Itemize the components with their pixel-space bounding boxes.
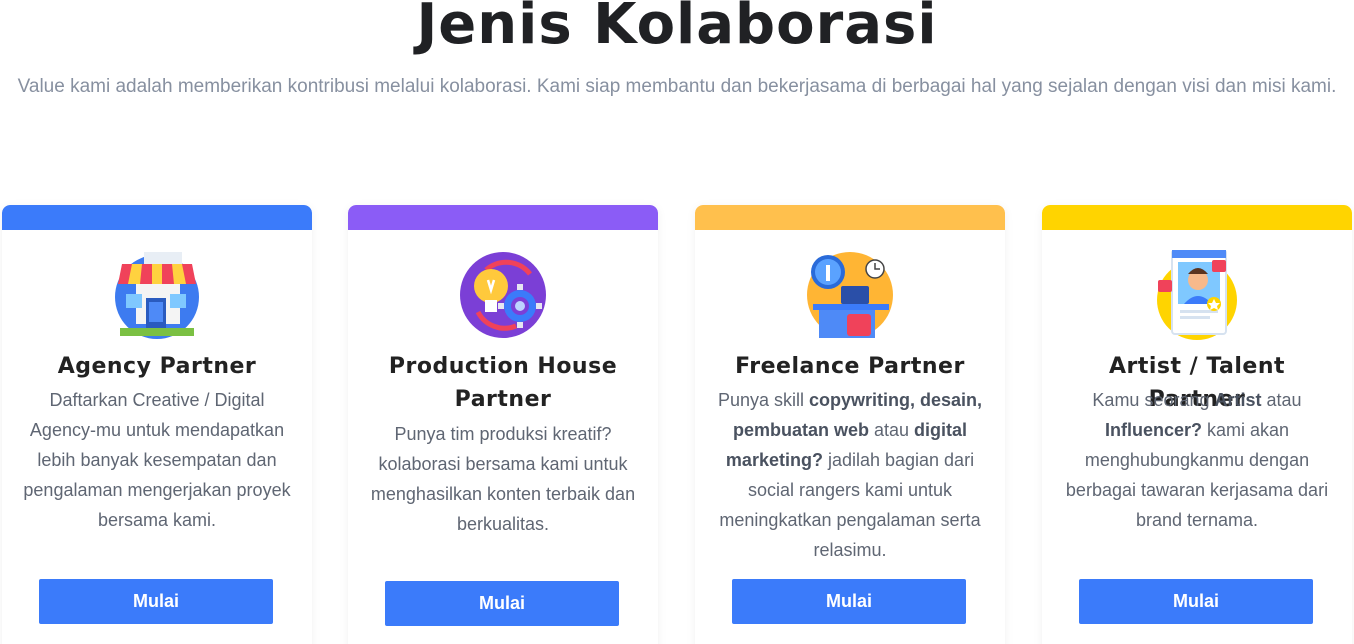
text-segment: Punya skill: [717, 390, 809, 410]
text-segment: atau: [868, 420, 915, 440]
influencer-icon: [1152, 250, 1242, 340]
emphasis-text: Artist: [1214, 390, 1262, 410]
section-title: Jenis Kolaborasi: [416, 0, 938, 57]
card-description: Punya skill copywriting, desain, pembuat…: [711, 385, 989, 565]
text-segment: atau: [1261, 390, 1302, 410]
card-title: Agency Partner: [57, 354, 257, 379]
card-production-house-partner: Production House Partner Punya tim produ…: [348, 205, 658, 644]
mulai-button[interactable]: Mulai: [39, 579, 273, 624]
mulai-button[interactable]: Mulai: [732, 579, 966, 624]
text-segment: Punya tim produksi kreatif? kolaborasi b…: [370, 424, 636, 534]
storefront-icon: [112, 250, 202, 340]
card-accent-bar: [1042, 205, 1352, 230]
text-segment: Kamu seorang: [1092, 390, 1215, 410]
card-accent-bar: [348, 205, 658, 230]
section-subtitle: Value kami adalah memberikan kontribusi …: [17, 76, 1337, 97]
card-accent-bar: [2, 205, 312, 230]
idea-gear-icon: [458, 250, 548, 340]
card-accent-bar: [695, 205, 1005, 230]
card-description: Daftarkan Creative / Digital Agency-mu u…: [18, 385, 296, 535]
card-artist-talent-partner: Artist / Talent Partner Kamu seorang Art…: [1042, 205, 1352, 644]
mulai-button[interactable]: Mulai: [1079, 579, 1313, 624]
card-agency-partner: Agency Partner Daftarkan Creative / Digi…: [2, 205, 312, 644]
mulai-button[interactable]: Mulai: [385, 581, 619, 626]
card-title: Production House Partner: [388, 354, 618, 412]
card-description: Punya tim produksi kreatif? kolaborasi b…: [364, 419, 642, 539]
emphasis-text: Influencer?: [1104, 420, 1202, 440]
workspace-icon: [805, 250, 895, 340]
collaboration-section: Jenis Kolaborasi Value kami adalah membe…: [0, 0, 1354, 644]
card-description: Kamu seorang Artist atau Influencer? kam…: [1058, 385, 1336, 535]
text-segment: Daftarkan Creative / Digital Agency-mu u…: [23, 390, 291, 530]
card-freelance-partner: Freelance Partner Punya skill copywritin…: [695, 205, 1005, 644]
card-title: Freelance Partner: [735, 354, 965, 379]
